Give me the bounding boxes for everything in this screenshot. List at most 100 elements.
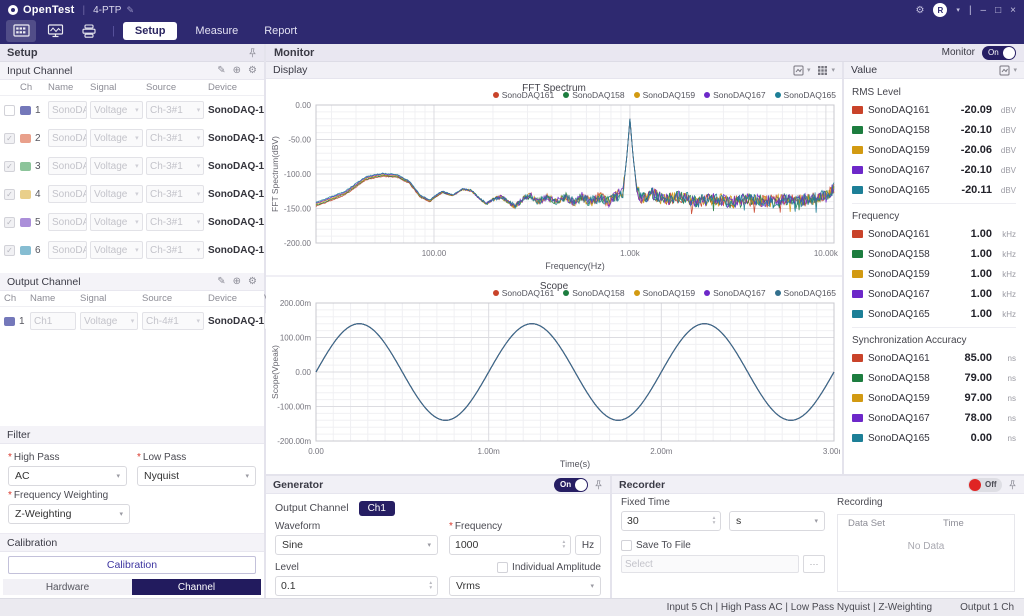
legend-item[interactable]: SonoDAQ161 [493, 288, 554, 298]
recorder-toggle[interactable]: Off [968, 478, 1002, 492]
level-unit-select[interactable]: Vrms▾ [449, 576, 601, 596]
monitor-toggle[interactable]: On [982, 46, 1016, 60]
row-checkbox[interactable]: ✓ [4, 133, 15, 144]
maximize-button[interactable]: □ [995, 5, 1001, 16]
add-circle-icon[interactable]: ⊕ [233, 65, 241, 76]
channel-cell: 1 [20, 105, 48, 116]
pin-icon[interactable] [594, 480, 603, 490]
output-channel-table: 1Ch1Voltage▾Ch-4#1▾SonoDAQ-17...0. [0, 307, 264, 335]
legend-label: SonoDAQ159 [643, 90, 695, 100]
chevron-down-icon: ▾ [197, 242, 201, 259]
edit-project-icon[interactable]: ✎ [126, 5, 134, 16]
value-row: SonoDAQ1650.00ns [852, 428, 1016, 448]
user-avatar[interactable]: R [933, 3, 947, 17]
monitor-view-button[interactable] [40, 20, 70, 42]
legend-label: SonoDAQ158 [572, 288, 624, 298]
legend-item[interactable]: SonoDAQ159 [634, 288, 695, 298]
legend-dot [704, 92, 710, 98]
low-pass-select[interactable]: Nyquist▾ [137, 466, 256, 486]
browse-file-button[interactable]: ··· [803, 555, 825, 573]
gear-icon[interactable]: ⚙ [248, 276, 257, 287]
legend-item[interactable]: SonoDAQ159 [634, 90, 695, 100]
pin-icon[interactable] [248, 48, 257, 58]
recording-table: Data Set Time No Data [837, 514, 1015, 592]
channel-ch1-button[interactable]: Ch1 [359, 501, 395, 516]
tab-measure[interactable]: Measure [195, 25, 238, 37]
waveform-select[interactable]: Sine▾ [275, 535, 438, 555]
generator-toggle[interactable]: On [554, 478, 588, 492]
series-color-swatch [852, 106, 863, 114]
settings-gear-icon[interactable]: ⚙ [915, 5, 924, 16]
signal-select: Voltage▾ [90, 241, 143, 259]
value-row: SonoDAQ15997.00ns [852, 388, 1016, 408]
legend-item[interactable]: SonoDAQ165 [775, 90, 836, 100]
high-pass-select[interactable]: AC▾ [8, 466, 127, 486]
minimize-button[interactable]: – [981, 5, 987, 16]
chevron-down-icon: ▾ [135, 130, 139, 147]
edit-icon[interactable]: ✎ [217, 65, 225, 76]
chevron-down-icon: ▾ [135, 242, 139, 259]
frequency-input[interactable] [450, 539, 560, 551]
edit-icon[interactable]: ✎ [217, 276, 225, 287]
fixed-time-input[interactable] [622, 515, 710, 527]
tab-setup[interactable]: Setup [123, 22, 178, 40]
main-tabs: Setup Measure Report [123, 22, 323, 40]
close-button[interactable]: × [1010, 5, 1016, 16]
tab-report[interactable]: Report [264, 25, 297, 37]
row-checkbox[interactable] [4, 105, 15, 116]
divider: | [969, 5, 972, 16]
legend-item[interactable]: SonoDAQ158 [563, 90, 624, 100]
save-to-file-checkbox[interactable] [621, 540, 632, 551]
chevron-down-icon[interactable]: ▾ [831, 66, 835, 74]
series-name: SonoDAQ167 [868, 289, 966, 300]
add-circle-icon[interactable]: ⊕ [233, 276, 241, 287]
series-color-swatch [852, 146, 863, 154]
level-input[interactable] [276, 580, 427, 592]
spinner-icons[interactable]: ▴▾ [427, 581, 437, 591]
legend-item[interactable]: SonoDAQ167 [704, 90, 765, 100]
input-channel-table: 1SonoDAVoltage▾Ch-3#1▾SonoDAQ-17...✓2Son… [0, 96, 264, 264]
legend-item[interactable]: SonoDAQ165 [775, 288, 836, 298]
legend-dot [634, 290, 640, 296]
output-channel-title: Output Channel [7, 276, 81, 288]
gear-icon[interactable]: ⚙ [248, 65, 257, 76]
file-path-input[interactable]: Select [621, 555, 799, 573]
spinner-icons[interactable]: ▴▾ [560, 540, 570, 550]
grid-layout-icon[interactable] [817, 65, 828, 76]
tab-channel[interactable]: Channel [132, 579, 261, 595]
series-unit: ns [997, 354, 1016, 363]
scope-chart[interactable]: 200.00m100.00m0.00-100.00m-200.00m0.001.… [266, 299, 840, 474]
chevron-down-icon[interactable]: ▾ [807, 66, 811, 74]
col-name: Name [30, 293, 80, 304]
frequency-label: Frequency [455, 521, 502, 532]
row-checkbox[interactable]: ✓ [4, 245, 15, 256]
col-time: Time [943, 518, 1004, 529]
chevron-down-icon[interactable]: ▾ [1013, 66, 1017, 74]
tab-hardware[interactable]: Hardware [3, 579, 132, 595]
time-unit-select[interactable]: s▾ [729, 511, 825, 531]
chart-layout-icon[interactable] [793, 65, 804, 76]
dashboard-view-button[interactable] [6, 20, 36, 42]
calibration-button[interactable]: Calibration [8, 556, 256, 574]
legend-item[interactable]: SonoDAQ167 [704, 288, 765, 298]
spinner-icons[interactable]: ▴▾ [710, 516, 720, 526]
signal-select: Voltage▾ [90, 129, 143, 147]
frequency-weighting-select[interactable]: Z-Weighting▾ [8, 504, 130, 524]
legend-item[interactable]: SonoDAQ158 [563, 288, 624, 298]
pin-icon[interactable] [1008, 480, 1017, 490]
legend-item[interactable]: SonoDAQ161 [493, 90, 554, 100]
user-menu-caret-icon[interactable]: ▾ [956, 6, 960, 14]
col-signal: Signal [80, 293, 142, 304]
source-select: Ch-4#1▾ [142, 312, 204, 330]
input-channel-row: ✓5SonoDAVoltage▾Ch-3#1▾SonoDAQ-17... [0, 208, 264, 236]
value-layout-icon[interactable] [999, 65, 1010, 76]
value-group-title: RMS Level [852, 87, 901, 98]
row-checkbox[interactable]: ✓ [4, 217, 15, 228]
row-checkbox[interactable]: ✓ [4, 161, 15, 172]
fft-chart[interactable]: 0.00-50.00-100.00-150.00-200.00100.001.0… [266, 101, 840, 277]
legend-dot [493, 290, 499, 296]
printer-view-button[interactable] [74, 20, 104, 42]
source-select: Ch-3#1▾ [146, 185, 204, 203]
row-checkbox[interactable]: ✓ [4, 189, 15, 200]
individual-amplitude-checkbox[interactable] [497, 562, 508, 573]
